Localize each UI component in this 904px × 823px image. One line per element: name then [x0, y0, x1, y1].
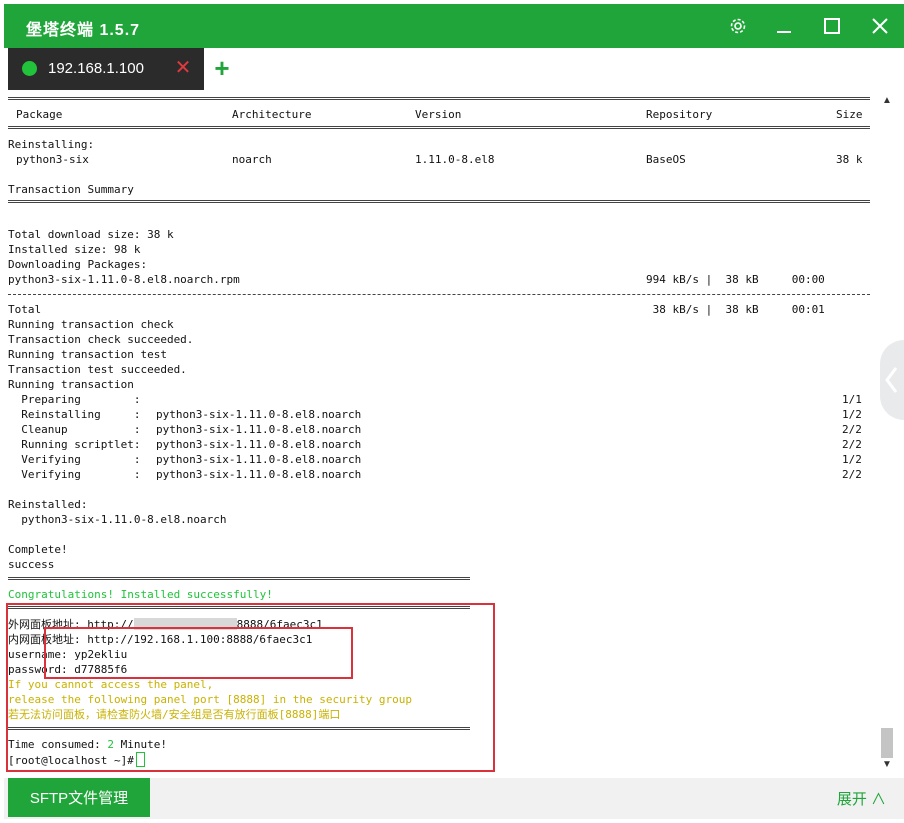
- separator: [8, 126, 870, 129]
- run-line: Running transaction: [8, 378, 134, 391]
- tab-session[interactable]: 192.168.1.100 ✕: [8, 48, 204, 90]
- complete-text: Complete!: [8, 543, 68, 556]
- chevron-left-icon: [885, 367, 898, 393]
- title-bar[interactable]: 堡塔终端 1.5.7: [4, 4, 904, 48]
- tab-close-icon[interactable]: ✕: [174, 58, 192, 78]
- step-label: Running scriptlet:: [8, 438, 141, 451]
- tab-bar: 192.168.1.100 ✕ +: [4, 48, 904, 90]
- maximize-icon[interactable]: [814, 8, 850, 44]
- connection-status-icon: [22, 61, 37, 76]
- reinstalling-label: Reinstalling:: [8, 138, 95, 151]
- separator: [8, 200, 870, 203]
- settings-icon[interactable]: [720, 8, 756, 44]
- step-count: 2/2: [842, 468, 862, 481]
- congrats-text: Congratulations! Installed successfully!: [8, 588, 273, 601]
- separator: [8, 294, 870, 295]
- package-version: 1.11.0-8.el8: [415, 153, 495, 166]
- scroll-up-icon[interactable]: ▲: [882, 96, 892, 106]
- terminal-window: 堡塔终端 1.5.7 192.168.1.100 ✕ + Package Arc…: [0, 0, 904, 823]
- total-label: Total: [8, 303, 42, 316]
- header-repository: Repository: [646, 108, 713, 121]
- header-architecture: Architecture: [232, 108, 312, 121]
- package-size: 38 k: [836, 153, 863, 166]
- scroll-thumb[interactable]: [881, 728, 893, 758]
- header-version: Version: [415, 108, 462, 121]
- reinstalled-package: python3-six-1.11.0-8.el8.noarch: [8, 513, 227, 526]
- run-line: Running transaction test: [8, 348, 167, 361]
- run-line: Transaction test succeeded.: [8, 363, 187, 376]
- bottom-bar: SFTP文件管理 展开 ∧: [4, 778, 904, 819]
- downloading-label: Downloading Packages:: [8, 258, 148, 271]
- step-count: 1/2: [842, 453, 862, 466]
- transaction-summary: Transaction Summary: [8, 183, 134, 196]
- expand-button[interactable]: 展开 ∧: [837, 788, 886, 809]
- step-label: Preparing :: [8, 393, 141, 406]
- step-label: Verifying :: [8, 468, 141, 481]
- terminal-output[interactable]: Package Architecture Version Repository …: [4, 90, 878, 772]
- separator: [8, 97, 870, 100]
- success-text: success: [8, 558, 55, 571]
- step-count: 2/2: [842, 438, 862, 451]
- step-package: python3-six-1.11.0-8.el8.noarch: [156, 468, 362, 481]
- step-label: Cleanup :: [8, 423, 141, 436]
- total-download: Total download size: 38 k: [8, 228, 174, 241]
- total-stats: 38 kB/s | 38 kB 00:01: [646, 303, 825, 316]
- reinstalled-label: Reinstalled:: [8, 498, 88, 511]
- header-size: Size: [836, 108, 863, 121]
- download-stats: 994 kB/s | 38 kB 00:00: [646, 273, 825, 286]
- step-count: 1/1: [842, 393, 862, 406]
- side-panel-handle[interactable]: [880, 340, 904, 420]
- package-name: python3-six: [16, 153, 89, 166]
- tab-label: 192.168.1.100: [48, 60, 144, 77]
- step-label: Verifying :: [8, 453, 141, 466]
- scroll-down-icon[interactable]: ▼: [882, 760, 892, 770]
- step-count: 1/2: [842, 408, 862, 421]
- download-file: python3-six-1.11.0-8.el8.noarch.rpm: [8, 273, 240, 286]
- step-count: 2/2: [842, 423, 862, 436]
- package-arch: noarch: [232, 153, 272, 166]
- app-title: 堡塔终端 1.5.7: [26, 22, 141, 39]
- package-repo: BaseOS: [646, 153, 686, 166]
- step-package: python3-six-1.11.0-8.el8.noarch: [156, 438, 362, 451]
- run-line: Running transaction check: [8, 318, 174, 331]
- sftp-file-manager-button[interactable]: SFTP文件管理: [8, 778, 150, 817]
- step-package: python3-six-1.11.0-8.el8.noarch: [156, 453, 362, 466]
- header-package: Package: [16, 108, 63, 121]
- step-package: python3-six-1.11.0-8.el8.noarch: [156, 423, 362, 436]
- minimize-icon[interactable]: [766, 8, 802, 44]
- terminal-scrollbar[interactable]: ▲ ▼: [878, 90, 896, 772]
- step-label: Reinstalling :: [8, 408, 141, 421]
- run-line: Transaction check succeeded.: [8, 333, 194, 346]
- step-package: python3-six-1.11.0-8.el8.noarch: [156, 408, 362, 421]
- separator: [8, 577, 470, 580]
- close-icon[interactable]: [862, 8, 898, 44]
- add-tab-icon[interactable]: +: [210, 55, 234, 81]
- installed-size: Installed size: 98 k: [8, 243, 141, 256]
- highlight-box-inner: [44, 627, 353, 679]
